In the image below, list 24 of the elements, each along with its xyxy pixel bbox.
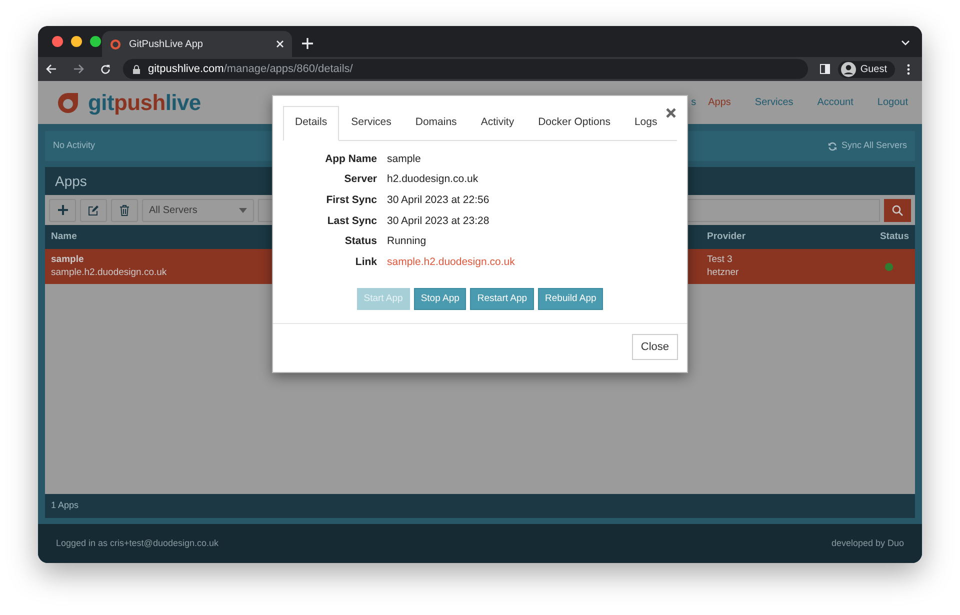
detail-value: Running — [387, 235, 428, 249]
provider-cell: Test 3 hetzner — [707, 254, 739, 279]
detail-value: 30 April 2023 at 22:56 — [387, 194, 490, 208]
detail-label: App Name — [324, 152, 377, 166]
app-count: 1 Apps — [51, 499, 79, 512]
url-text: gitpushlive.com/manage/apps/860/details/ — [148, 62, 353, 77]
logo-text: gitpushlive — [88, 89, 201, 117]
column-header: Status — [880, 230, 909, 244]
detail-value: sample — [387, 152, 422, 166]
logged-in-text: Logged in as cris+test@duodesign.co.uk — [56, 536, 218, 550]
tab-title: GitPushLive App — [129, 38, 204, 52]
detail-value: h2.duodesign.co.uk — [387, 173, 480, 188]
panel-title: Apps — [55, 172, 87, 191]
detail-label: Link — [354, 256, 377, 270]
app-name-cell: sample sample.h2.duodesign.co.uk — [51, 254, 167, 279]
detail-label: Status — [344, 235, 377, 249]
activity-status: No Activity — [53, 139, 96, 152]
column-header: Provider — [707, 230, 746, 244]
detail-label: First Sync — [325, 194, 377, 208]
column-header: Name — [51, 230, 77, 244]
detail-value: 30 April 2023 at 23:28 — [387, 214, 490, 228]
detail-label: Server — [343, 173, 377, 188]
credit-text: developed by Duo — [831, 536, 904, 550]
detail-label: Last Sync — [326, 214, 377, 228]
